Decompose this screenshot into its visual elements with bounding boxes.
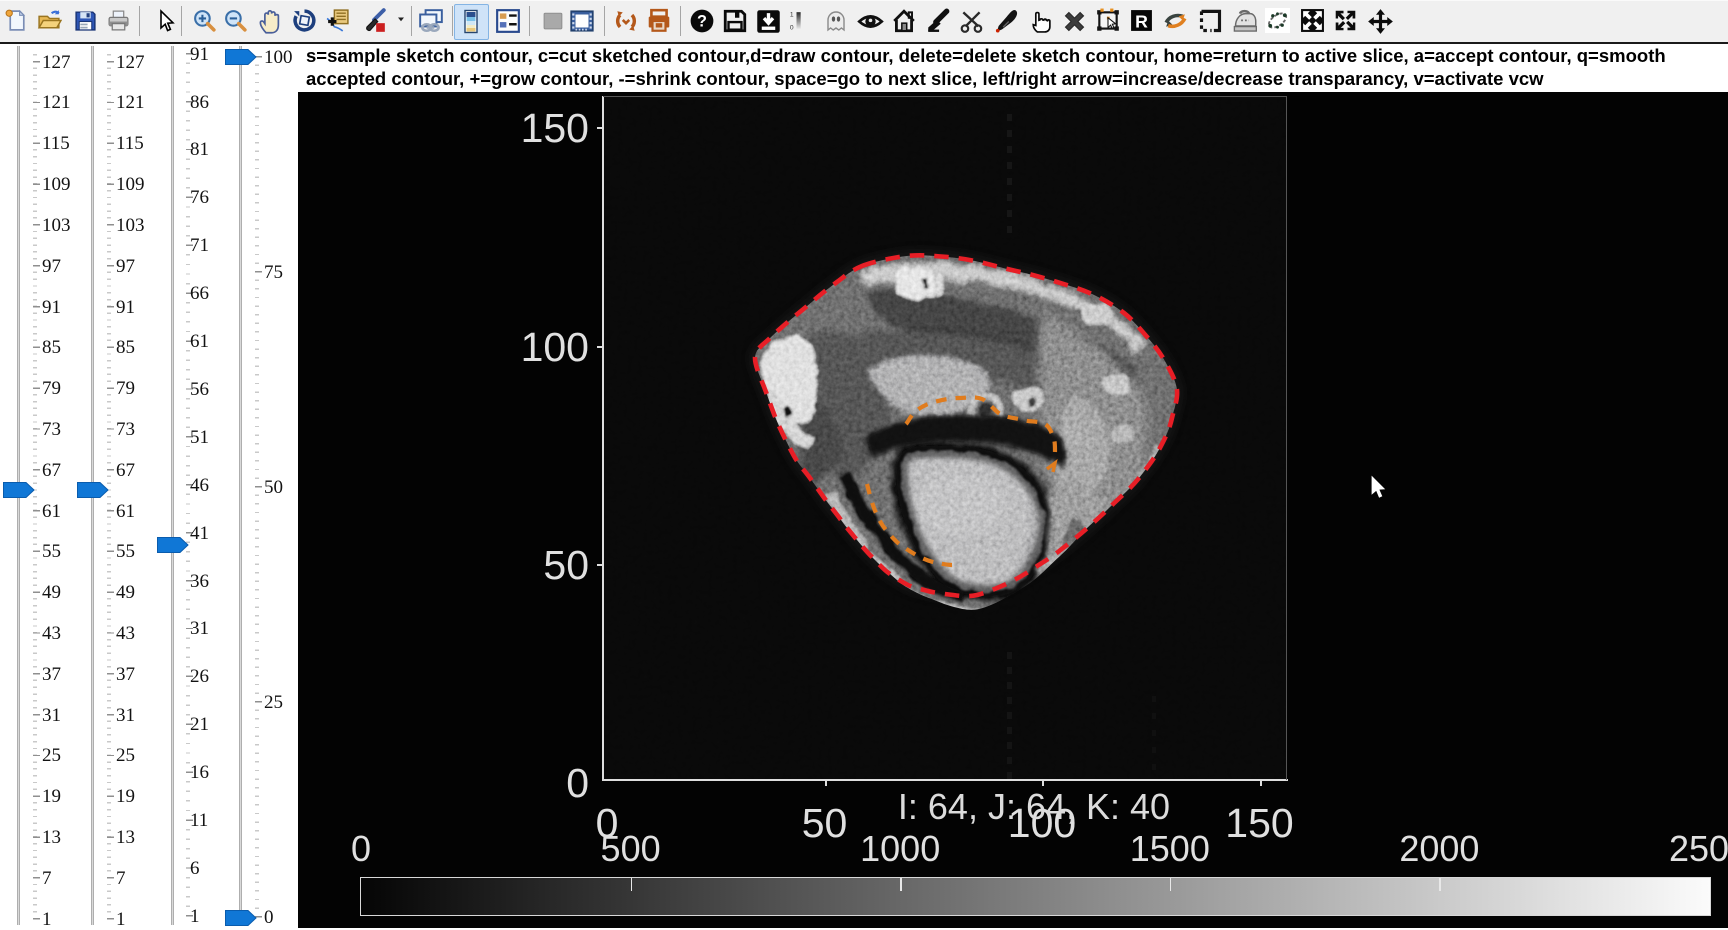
svg-text:R: R — [1135, 11, 1148, 31]
svg-text:1: 1 — [790, 11, 794, 18]
svg-text:0: 0 — [790, 25, 794, 32]
svg-text:?: ? — [697, 12, 707, 30]
